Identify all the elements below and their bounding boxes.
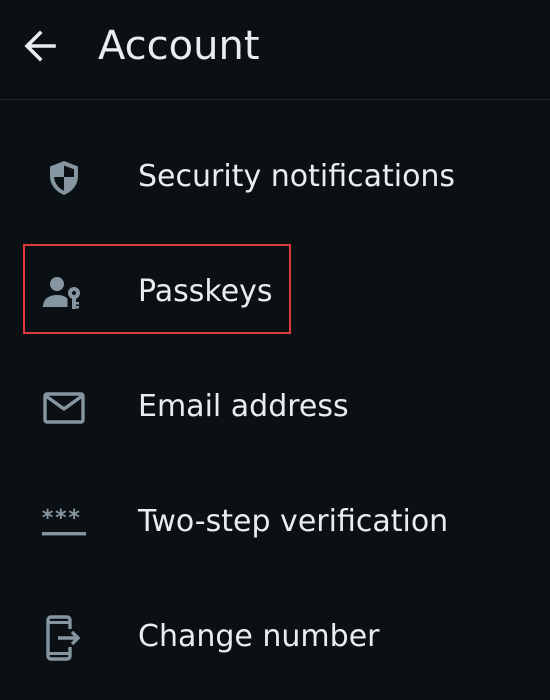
shield-icon xyxy=(38,154,90,202)
phone-transfer-icon xyxy=(38,614,90,662)
back-button[interactable] xyxy=(14,22,66,70)
envelope-icon xyxy=(38,384,90,432)
menu-item-passkeys[interactable]: Passkeys xyxy=(0,235,550,350)
page-title: Account xyxy=(98,23,260,69)
arrow-left-icon xyxy=(22,28,58,64)
menu-item-label: Security notifications xyxy=(138,159,456,194)
svg-text:***: *** xyxy=(41,507,81,531)
menu-item-email-address[interactable]: Email address xyxy=(0,350,550,465)
menu-item-security-notifications[interactable]: Security notifications xyxy=(0,120,550,235)
person-key-icon xyxy=(38,269,90,317)
menu-item-label: Two-step verification xyxy=(138,504,449,539)
app-header: Account xyxy=(0,0,550,100)
menu-item-label: Change number xyxy=(138,619,380,654)
menu-item-label: Email address xyxy=(138,389,349,424)
password-dots-icon: *** xyxy=(38,499,90,547)
menu-item-label: Passkeys xyxy=(138,274,273,309)
account-menu-list: Security notifications Passkeys Email ad… xyxy=(0,120,550,695)
menu-item-two-step-verification[interactable]: *** Two-step verification xyxy=(0,465,550,580)
menu-item-change-number[interactable]: Change number xyxy=(0,580,550,695)
